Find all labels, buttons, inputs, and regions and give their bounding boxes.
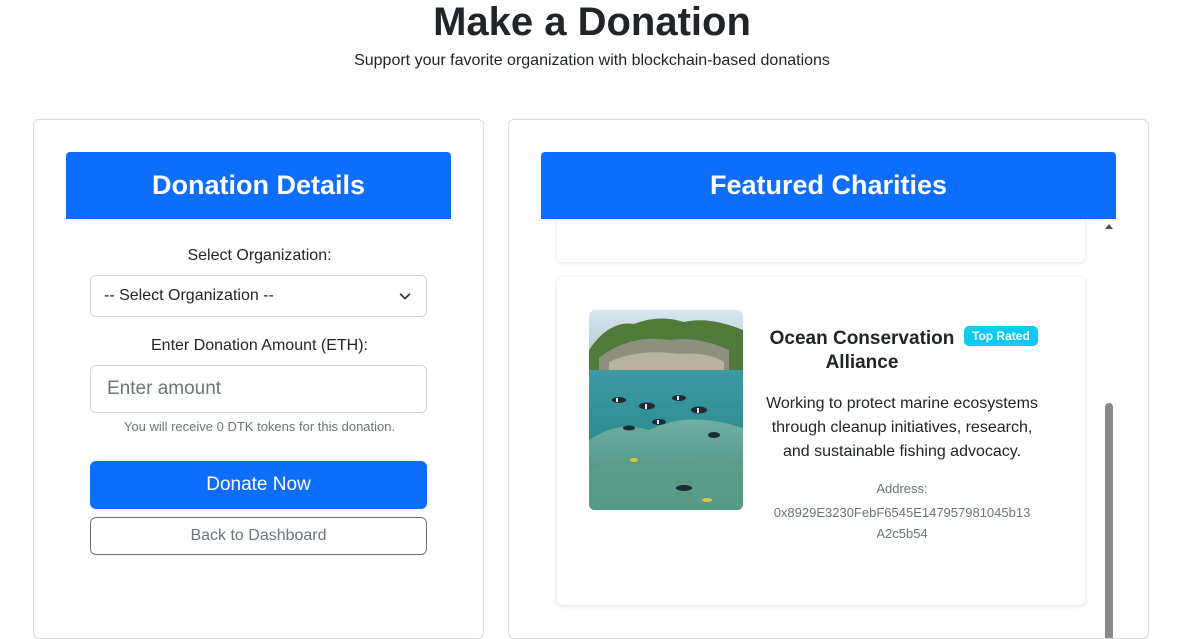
page-header: Make a Donation Support your favorite or…: [0, 0, 1184, 70]
organization-label: Select Organization:: [187, 247, 332, 264]
charity-address: 0x8929E3230FebF6545E147957981045b13A2c5b…: [773, 505, 1031, 541]
amount-label: Enter Donation Amount (ETH):: [151, 337, 368, 354]
chevron-down-icon: [399, 293, 411, 300]
token-note: You will receive 0 DTK tokens for this d…: [123, 419, 396, 434]
page-title: Make a Donation: [433, 0, 751, 44]
donation-details-card: Donation Details Select Organization: --…: [33, 119, 484, 639]
amount-input[interactable]: [90, 365, 427, 413]
charity-image: [589, 310, 743, 510]
ocean-reef-image: [589, 310, 743, 510]
charity-description: Working to protect marine ecosystems thr…: [766, 395, 1038, 460]
charity-card: Ocean Conservation Alliance Top Rated Wo…: [557, 277, 1085, 605]
back-to-dashboard-button[interactable]: Back to Dashboard: [90, 517, 427, 555]
featured-charities-heading: Featured Charities: [541, 152, 1116, 219]
organization-select-value: -- Select Organization --: [104, 287, 274, 304]
top-rated-badge: Top Rated: [964, 326, 1038, 346]
organization-select[interactable]: -- Select Organization --: [90, 275, 427, 317]
featured-charities-card: Featured Charities Ocean Conservation Al…: [508, 119, 1149, 639]
donate-now-button[interactable]: Donate Now: [90, 461, 427, 509]
address-label: Address:: [876, 481, 928, 496]
donation-details-heading: Donation Details: [66, 152, 451, 219]
scroll-thumb[interactable]: [1105, 403, 1113, 638]
charity-name: Ocean Conservation Alliance: [769, 328, 955, 373]
page-subtitle: Support your favorite organization with …: [354, 52, 830, 69]
charity-list[interactable]: Ocean Conservation Alliance Top Rated Wo…: [541, 219, 1116, 638]
scroll-up-arrow-icon[interactable]: [1105, 224, 1113, 229]
charity-card-previous: [557, 219, 1085, 262]
charity-list-scrollbar[interactable]: [1102, 219, 1116, 638]
